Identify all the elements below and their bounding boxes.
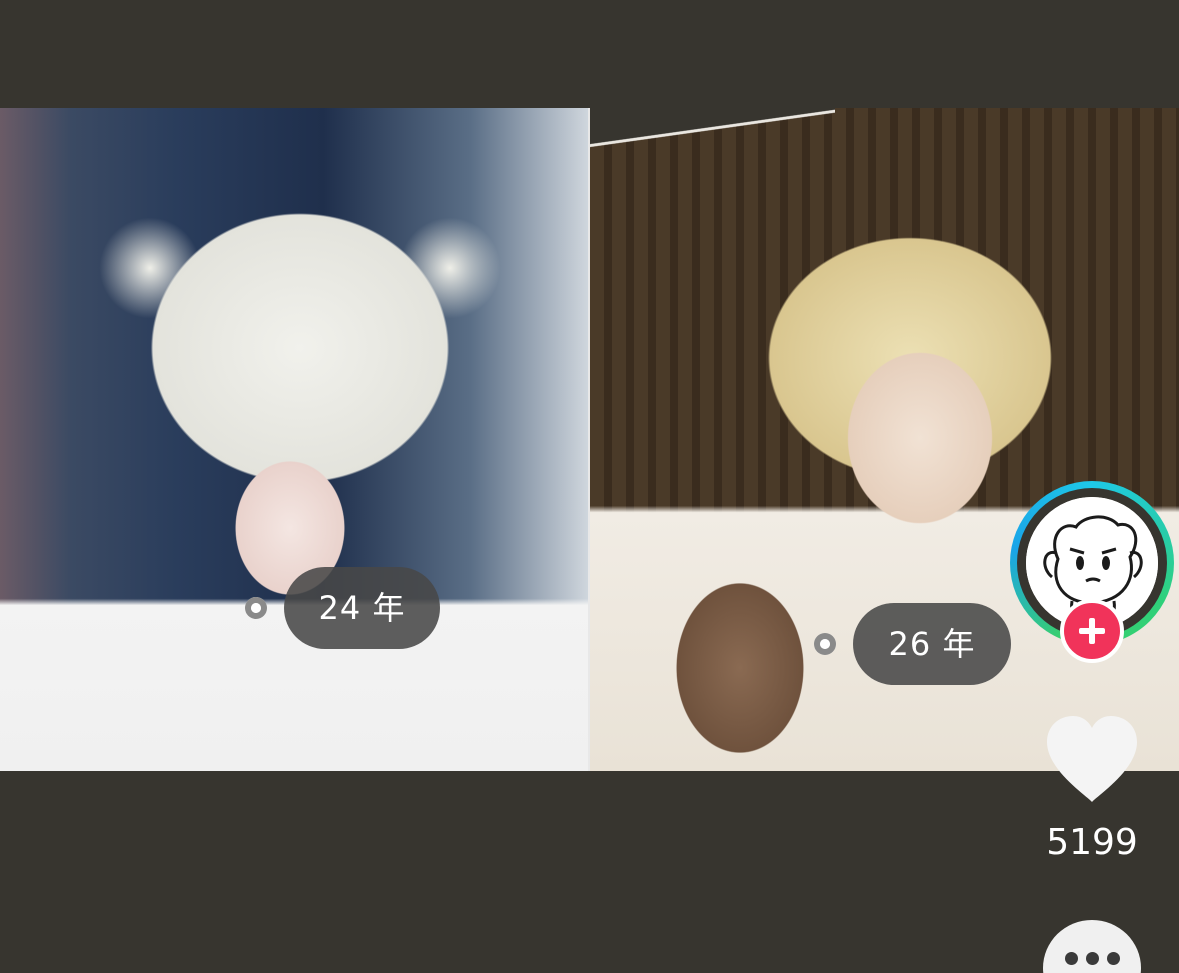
photo-edge xyxy=(590,108,835,148)
comment-button[interactable] xyxy=(1043,920,1141,973)
timeline-dot-left xyxy=(245,597,267,619)
like-count: 5199 xyxy=(1046,822,1138,863)
follow-button[interactable] xyxy=(1060,599,1124,663)
timeline-dot-right xyxy=(814,633,836,655)
video-player[interactable]: 24 年 26 年 5199 xyxy=(0,0,1179,973)
like-heart-icon[interactable] xyxy=(1043,714,1141,806)
year-label-right: 26 年 xyxy=(853,603,1011,685)
photo-left xyxy=(0,108,588,771)
comment-icon xyxy=(1043,952,1141,970)
year-label-left: 24 年 xyxy=(284,567,440,649)
